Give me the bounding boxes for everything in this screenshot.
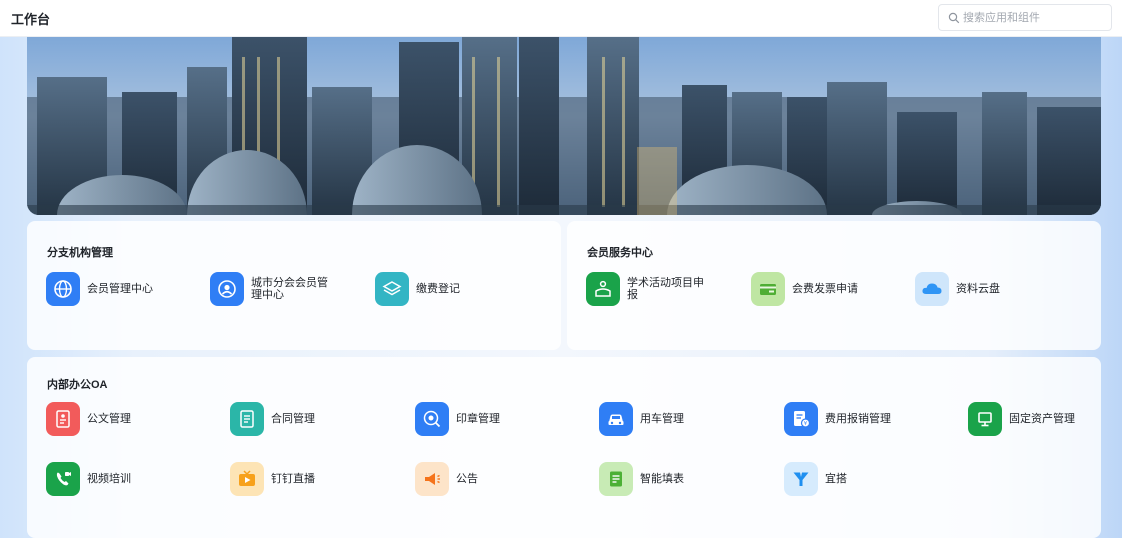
- search-box[interactable]: [938, 4, 1112, 31]
- city-banner-image: [27, 37, 1101, 215]
- internal-oa-card: 内部办公OA 公文管理 合同管理 印章管理 用车管理 ¥ 费用报销管理 固定资产…: [27, 357, 1101, 538]
- app-smart-form[interactable]: 智能填表: [599, 462, 684, 496]
- card-title: 内部办公OA: [47, 379, 108, 391]
- search-input[interactable]: [963, 8, 1103, 28]
- app-label: 智能填表: [640, 473, 684, 485]
- app-label: 会费发票申请: [792, 283, 858, 295]
- app-label: 印章管理: [456, 413, 500, 425]
- app-label: 资料云盘: [956, 283, 1000, 295]
- app-academic-activity-application[interactable]: 学术活动项目申报: [586, 272, 707, 306]
- page-title: 工作台: [11, 12, 51, 27]
- asset-icon: [968, 402, 1002, 436]
- branch-management-card: 分支机构管理 会员管理中心 城市分会会员管理中心 缴费登记: [27, 221, 561, 350]
- app-label: 城市分会会员管理中心: [251, 277, 328, 301]
- globe-icon: [46, 272, 80, 306]
- app-label: 公文管理: [87, 413, 131, 425]
- app-label: 会员管理中心: [87, 283, 153, 295]
- app-announcement[interactable]: 公告: [415, 462, 478, 496]
- app-yida[interactable]: 宜搭: [784, 462, 847, 496]
- app-fee-registration[interactable]: 缴费登记: [375, 272, 460, 306]
- member-center-icon: [210, 272, 244, 306]
- card-title: 会员服务中心: [587, 247, 653, 259]
- top-bar: 工作台: [0, 0, 1122, 37]
- invoice-icon: [751, 272, 785, 306]
- layers-icon: [375, 272, 409, 306]
- expense-icon: ¥: [784, 402, 818, 436]
- seal-icon: [415, 402, 449, 436]
- card-title: 分支机构管理: [47, 247, 113, 259]
- yida-icon: [784, 462, 818, 496]
- app-label: 宜搭: [825, 473, 847, 485]
- app-city-branch-member-center[interactable]: 城市分会会员管理中心: [210, 272, 331, 306]
- app-label: 学术活动项目申报: [627, 277, 704, 301]
- app-label: 视频培训: [87, 473, 131, 485]
- app-dingtalk-live[interactable]: 钉钉直播: [230, 462, 315, 496]
- form-icon: [599, 462, 633, 496]
- app-vehicle-management[interactable]: 用车管理: [599, 402, 684, 436]
- megaphone-icon: [415, 462, 449, 496]
- svg-text:¥: ¥: [804, 421, 807, 427]
- contract-icon: [230, 402, 264, 436]
- app-member-management-center[interactable]: 会员管理中心: [46, 272, 153, 306]
- live-icon: [230, 462, 264, 496]
- app-cloud-drive[interactable]: 资料云盘: [915, 272, 1000, 306]
- app-label: 公告: [456, 473, 478, 485]
- app-label: 固定资产管理: [1009, 413, 1075, 425]
- cloud-icon: [915, 272, 949, 306]
- app-expense-reimbursement[interactable]: ¥ 费用报销管理: [784, 402, 891, 436]
- search-icon: [948, 12, 960, 24]
- member-service-card: 会员服务中心 学术活动项目申报 会费发票申请 资料云盘: [567, 221, 1101, 350]
- document-icon: [46, 402, 80, 436]
- app-label: 缴费登记: [416, 283, 460, 295]
- app-label: 费用报销管理: [825, 413, 891, 425]
- app-membership-invoice-request[interactable]: 会费发票申请: [751, 272, 858, 306]
- activity-icon: [586, 272, 620, 306]
- app-contract-management[interactable]: 合同管理: [230, 402, 315, 436]
- app-label: 合同管理: [271, 413, 315, 425]
- app-seal-management[interactable]: 印章管理: [415, 402, 500, 436]
- app-fixed-asset-management[interactable]: 固定资产管理: [968, 402, 1075, 436]
- app-label: 钉钉直播: [271, 473, 315, 485]
- video-call-icon: [46, 462, 80, 496]
- app-document-management[interactable]: 公文管理: [46, 402, 131, 436]
- car-icon: [599, 402, 633, 436]
- app-label: 用车管理: [640, 413, 684, 425]
- app-video-training[interactable]: 视频培训: [46, 462, 131, 496]
